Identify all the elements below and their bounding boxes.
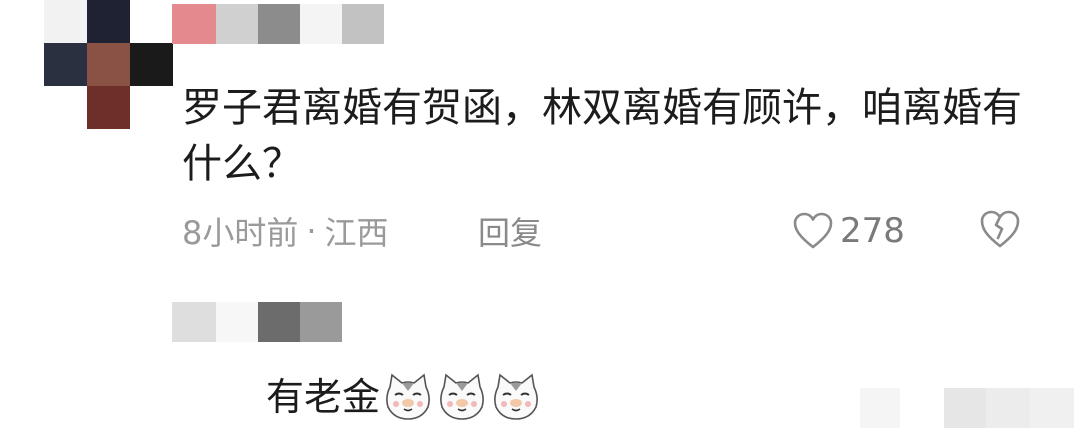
reply-button[interactable]: 回复 <box>478 210 542 252</box>
comment-time: 8小时前 <box>182 214 299 252</box>
reply-text: 有老金 <box>266 375 381 419</box>
like-button[interactable]: 278 <box>792 208 905 254</box>
comment-meta: 8小时前 · 江西 <box>182 210 389 252</box>
broken-heart-icon <box>980 210 1020 248</box>
cat-face-emoji <box>494 373 538 420</box>
reply-username-redacted[interactable] <box>172 302 372 342</box>
like-count: 278 <box>840 211 905 251</box>
meta-separator: · <box>306 212 317 250</box>
avatar[interactable] <box>44 0 173 129</box>
comment-location: 江西 <box>324 214 389 252</box>
comment-body: 罗子君离婚有贺函，林双离婚有顾许，咱离婚有什么？ <box>182 85 1022 187</box>
heart-outline-icon <box>793 212 833 249</box>
comment-card: 罗子君离婚有贺函，林双离婚有顾许，咱离婚有什么？ 8小时前 · 江西 回复 27… <box>0 0 1080 447</box>
username-redacted[interactable] <box>172 4 384 44</box>
reply-body: 有老金 <box>266 372 542 422</box>
dislike-button[interactable] <box>978 208 1022 252</box>
redacted-action-area <box>860 388 1074 428</box>
cat-face-emoji <box>440 373 484 420</box>
cat-face-emoji <box>386 373 430 420</box>
